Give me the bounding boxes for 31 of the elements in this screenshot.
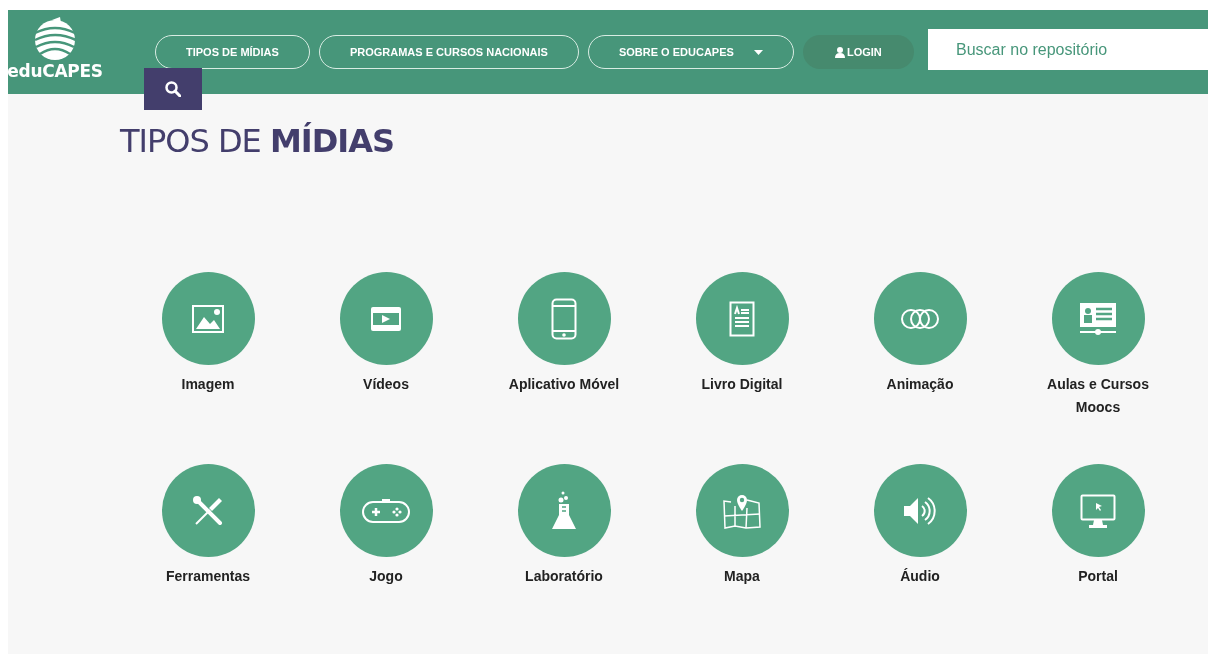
login-button[interactable]: LOGIN	[802, 35, 914, 69]
media-type-label[interactable]: Portal	[1038, 565, 1158, 588]
caret-icon	[753, 49, 763, 55]
smartphone-icon	[551, 297, 577, 340]
media-type-label[interactable]: Mapa	[682, 565, 802, 588]
film-play-icon	[371, 306, 401, 331]
search-icon	[165, 81, 181, 97]
gamepad-icon	[362, 497, 410, 524]
logo-text: eduCAPES	[7, 61, 103, 81]
media-type-label[interactable]: Áudio	[860, 565, 980, 588]
page-title: TIPOS DE MÍDIAS	[120, 122, 394, 160]
media-type-label[interactable]: Jogo	[326, 565, 446, 588]
media-type-label[interactable]: Imagem	[148, 373, 268, 396]
speaker-icon	[903, 494, 937, 527]
media-type-label[interactable]: Aplicativo Móvel	[504, 373, 624, 396]
media-type-label[interactable]: Ferramentas	[148, 565, 268, 588]
media-type-label[interactable]: Laboratório	[504, 565, 624, 588]
flask-icon	[551, 490, 577, 531]
user-icon	[834, 46, 845, 58]
media-type-label[interactable]: Livro Digital	[682, 373, 802, 396]
media-type-label[interactable]: Animação	[860, 373, 980, 396]
search-field[interactable]: Buscar no repositório	[928, 29, 1208, 70]
media-type-label[interactable]: Aulas e Cursos Moocs	[1038, 373, 1158, 419]
document-icon	[729, 300, 755, 337]
wrench-screwdriver-icon	[192, 494, 224, 527]
monitor-icon	[1080, 493, 1116, 528]
circles-icon	[901, 307, 939, 330]
presentation-icon	[1079, 301, 1117, 336]
search-button[interactable]	[144, 68, 202, 110]
media-type-label[interactable]: Vídeos	[326, 373, 446, 396]
picture-icon	[192, 304, 224, 333]
